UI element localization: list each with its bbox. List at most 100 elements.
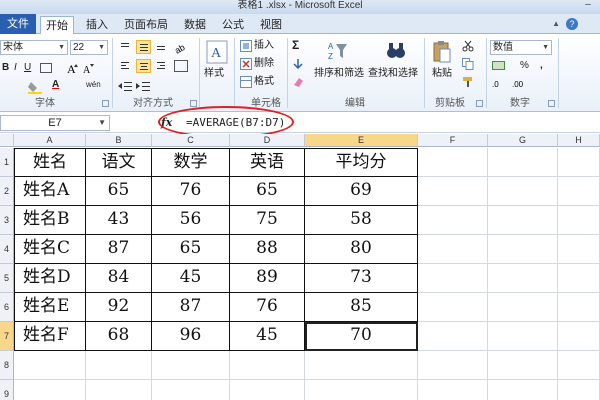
- number-format-box[interactable]: 数值 ▼: [490, 40, 552, 55]
- tab-formulas[interactable]: 公式: [216, 16, 250, 34]
- copy-icon[interactable]: [462, 58, 474, 70]
- font-name-box[interactable]: 宋体 ▼: [0, 40, 68, 55]
- empty-cell[interactable]: [488, 293, 558, 322]
- clipboard-dialog-launcher-icon[interactable]: [476, 100, 483, 107]
- font-grow-icon[interactable]: A: [66, 61, 80, 76]
- column-header-g[interactable]: G: [488, 134, 558, 147]
- tab-view[interactable]: 视图: [254, 16, 288, 34]
- table-cell[interactable]: 76: [152, 177, 230, 206]
- table-cell[interactable]: 65: [230, 177, 305, 206]
- empty-cell[interactable]: [418, 148, 488, 177]
- table-cell[interactable]: 58: [305, 206, 418, 235]
- row-header-9[interactable]: 9: [0, 380, 14, 400]
- minimize-button[interactable]: –: [580, 0, 596, 12]
- table-header-cell[interactable]: 英语: [230, 148, 305, 177]
- table-cell[interactable]: 43: [86, 206, 152, 235]
- empty-cell[interactable]: [558, 380, 600, 400]
- font-dialog-launcher-icon[interactable]: [102, 100, 109, 107]
- orientation-icon[interactable]: ab: [173, 40, 188, 56]
- empty-cell[interactable]: [418, 322, 488, 351]
- table-cell[interactable]: 70: [305, 322, 418, 351]
- styles-button-label[interactable]: 样式: [204, 67, 224, 81]
- table-header-cell[interactable]: 数学: [152, 148, 230, 177]
- empty-cell[interactable]: [488, 148, 558, 177]
- table-cell[interactable]: 68: [86, 322, 152, 351]
- table-cell[interactable]: 80: [305, 235, 418, 264]
- font-size-box[interactable]: 22 ▼: [70, 40, 108, 55]
- empty-cell[interactable]: [488, 235, 558, 264]
- column-header-c[interactable]: C: [152, 134, 230, 147]
- empty-cell[interactable]: [230, 380, 305, 400]
- row-header-7[interactable]: 7: [0, 322, 14, 351]
- tab-insert[interactable]: 插入: [80, 16, 114, 34]
- format-cells-button[interactable]: 格式: [254, 75, 274, 89]
- table-cell[interactable]: 45: [152, 264, 230, 293]
- table-cell[interactable]: 56: [152, 206, 230, 235]
- empty-cell[interactable]: [152, 380, 230, 400]
- table-cell[interactable]: 75: [230, 206, 305, 235]
- tab-home[interactable]: 开始: [40, 16, 74, 35]
- empty-cell[interactable]: [418, 206, 488, 235]
- align-center-button[interactable]: [136, 59, 151, 73]
- table-cell[interactable]: 87: [152, 293, 230, 322]
- column-header-e[interactable]: E: [305, 134, 418, 147]
- empty-cell[interactable]: [558, 351, 600, 380]
- table-cell[interactable]: 65: [152, 235, 230, 264]
- table-cell[interactable]: 姓名F: [14, 322, 86, 351]
- increase-indent-icon[interactable]: [136, 80, 150, 92]
- table-cell[interactable]: 84: [86, 264, 152, 293]
- empty-cell[interactable]: [488, 322, 558, 351]
- fill-color-icon[interactable]: [28, 80, 44, 94]
- table-cell[interactable]: 姓名B: [14, 206, 86, 235]
- tab-page-layout[interactable]: 页面布局: [118, 16, 174, 34]
- decrease-decimal-icon[interactable]: .00: [512, 78, 526, 89]
- styles-icon[interactable]: A: [206, 40, 228, 64]
- empty-cell[interactable]: [14, 351, 86, 380]
- table-header-cell[interactable]: 平均分: [305, 148, 418, 177]
- empty-cell[interactable]: [488, 177, 558, 206]
- empty-cell[interactable]: [558, 148, 600, 177]
- empty-cell[interactable]: [418, 380, 488, 400]
- empty-cell[interactable]: [305, 380, 418, 400]
- table-cell[interactable]: 姓名E: [14, 293, 86, 322]
- empty-cell[interactable]: [230, 351, 305, 380]
- align-right-button[interactable]: [154, 59, 169, 73]
- table-cell[interactable]: 45: [230, 322, 305, 351]
- empty-cell[interactable]: [488, 380, 558, 400]
- align-middle-button[interactable]: [136, 40, 151, 54]
- table-cell[interactable]: 姓名C: [14, 235, 86, 264]
- font-color-button[interactable]: A: [52, 78, 59, 92]
- empty-cell[interactable]: [418, 264, 488, 293]
- empty-cell[interactable]: [418, 351, 488, 380]
- cut-icon[interactable]: [462, 40, 474, 52]
- empty-cell[interactable]: [558, 206, 600, 235]
- row-header-8[interactable]: 8: [0, 351, 14, 380]
- table-cell[interactable]: 65: [86, 177, 152, 206]
- table-cell[interactable]: 姓名A: [14, 177, 86, 206]
- column-header-d[interactable]: D: [230, 134, 305, 147]
- empty-cell[interactable]: [488, 264, 558, 293]
- empty-cell[interactable]: [558, 235, 600, 264]
- empty-cell[interactable]: [86, 351, 152, 380]
- currency-icon[interactable]: [492, 60, 508, 72]
- table-header-cell[interactable]: 语文: [86, 148, 152, 177]
- empty-cell[interactable]: [418, 177, 488, 206]
- align-left-button[interactable]: [118, 59, 133, 73]
- row-header-2[interactable]: 2: [0, 177, 14, 206]
- row-header-6[interactable]: 6: [0, 293, 14, 322]
- select-all-corner[interactable]: [0, 134, 14, 147]
- ribbon-collapse-icon[interactable]: ▲: [552, 19, 560, 28]
- tab-file[interactable]: 文件: [0, 14, 36, 34]
- table-cell[interactable]: 73: [305, 264, 418, 293]
- column-header-a[interactable]: A: [14, 134, 86, 147]
- format-painter-icon[interactable]: [462, 76, 474, 88]
- name-box[interactable]: E7 ▼: [0, 115, 110, 131]
- italic-button[interactable]: I: [14, 61, 17, 75]
- row-header-1[interactable]: 1: [0, 148, 14, 177]
- table-cell[interactable]: 92: [86, 293, 152, 322]
- increase-decimal-icon[interactable]: .0: [492, 78, 506, 89]
- comma-style-button[interactable]: ,: [540, 59, 543, 73]
- font-shrink-icon[interactable]: A: [82, 61, 96, 76]
- empty-cell[interactable]: [558, 264, 600, 293]
- empty-cell[interactable]: [418, 293, 488, 322]
